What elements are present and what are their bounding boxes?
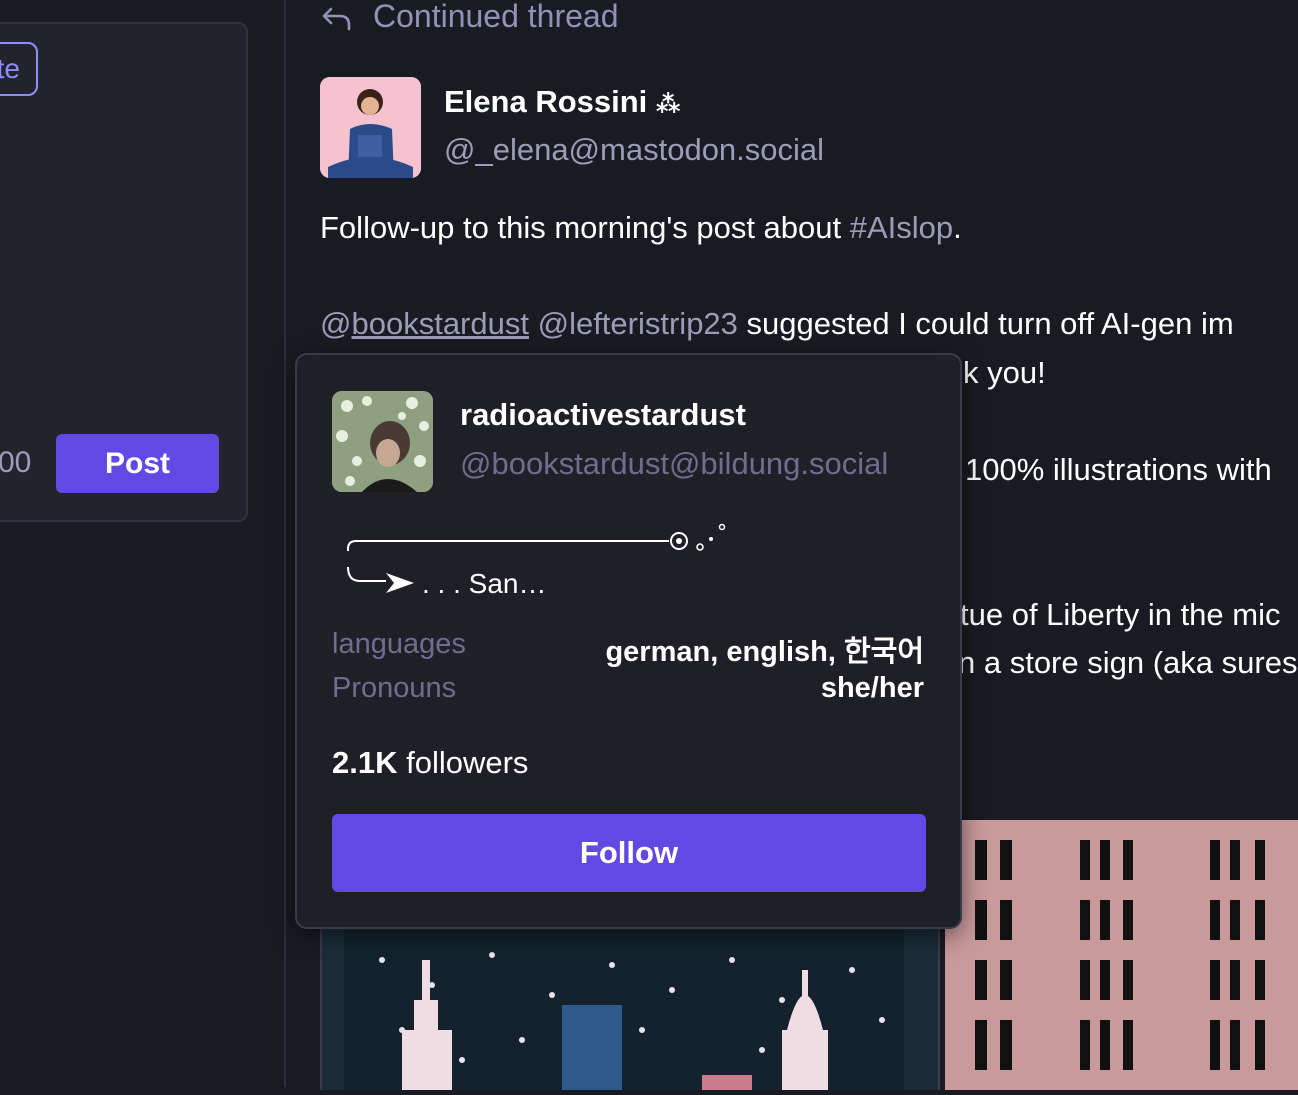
- profile-field-value: german, english, 한국어: [605, 636, 924, 668]
- post-text-line: k you!: [963, 355, 1046, 390]
- post-text-line: 100% illustrations with: [965, 452, 1272, 487]
- mention-link-lefteristrip23[interactable]: @lefteristrip23: [529, 306, 738, 341]
- post-text-line: Follow-up to this morning's post about #…: [320, 210, 962, 246]
- store-sign-image: [945, 820, 1298, 1090]
- followers-count: 2.1K: [332, 745, 398, 780]
- profile-followers[interactable]: 2.1K followers: [332, 745, 528, 781]
- follow-button[interactable]: Follow: [332, 814, 926, 892]
- media-attachment-store-sign[interactable]: [945, 820, 1298, 1090]
- author-avatar[interactable]: [320, 77, 421, 178]
- mention-link-bookstardust[interactable]: @bookstardust: [320, 306, 529, 341]
- author-avatar-image: [320, 77, 421, 178]
- profile-avatar-image: [332, 391, 433, 492]
- profile-display-name[interactable]: radioactivestardust: [460, 397, 746, 433]
- fediverse-badge-icon: ⁂: [655, 91, 681, 118]
- post-button[interactable]: Post: [56, 434, 219, 493]
- profile-field-label: languages: [332, 628, 466, 660]
- post-text: .: [953, 210, 962, 245]
- profile-bio: . . . San…: [422, 568, 547, 599]
- followers-label: followers: [397, 745, 529, 780]
- post-text: suggested I could turn off AI-gen im: [737, 306, 1234, 341]
- profile-handle[interactable]: @bookstardust@bildung.social: [460, 446, 888, 482]
- author-handle[interactable]: @_elena@mastodon.social: [444, 132, 824, 168]
- profile-field-value: she/her: [820, 672, 924, 704]
- character-counter: 00: [0, 446, 32, 479]
- author-name[interactable]: Elena Rossini ⁂: [444, 84, 680, 120]
- profile-avatar[interactable]: [332, 391, 433, 492]
- continued-thread-label: Continued thread: [373, 0, 619, 34]
- author-name-text: Elena Rossini: [444, 84, 648, 119]
- post-text-line: tue of Liberty in the mic: [960, 597, 1281, 632]
- profile-hover-card: radioactivestardust @bookstardust@bildun…: [295, 353, 962, 929]
- compose-visibility-chip[interactable]: te: [0, 42, 38, 96]
- post-text: Follow-up to this morning's post about: [320, 210, 850, 245]
- reply-arrow-icon: [322, 7, 351, 31]
- hashtag-link[interactable]: #AIslop: [850, 210, 953, 245]
- post-text-line: @bookstardust @lefteristrip23 suggested …: [320, 306, 1234, 342]
- column-divider: [284, 0, 286, 1087]
- profile-field-label: Pronouns: [332, 672, 457, 704]
- post-text-line: n a store sign (aka sures: [958, 645, 1298, 680]
